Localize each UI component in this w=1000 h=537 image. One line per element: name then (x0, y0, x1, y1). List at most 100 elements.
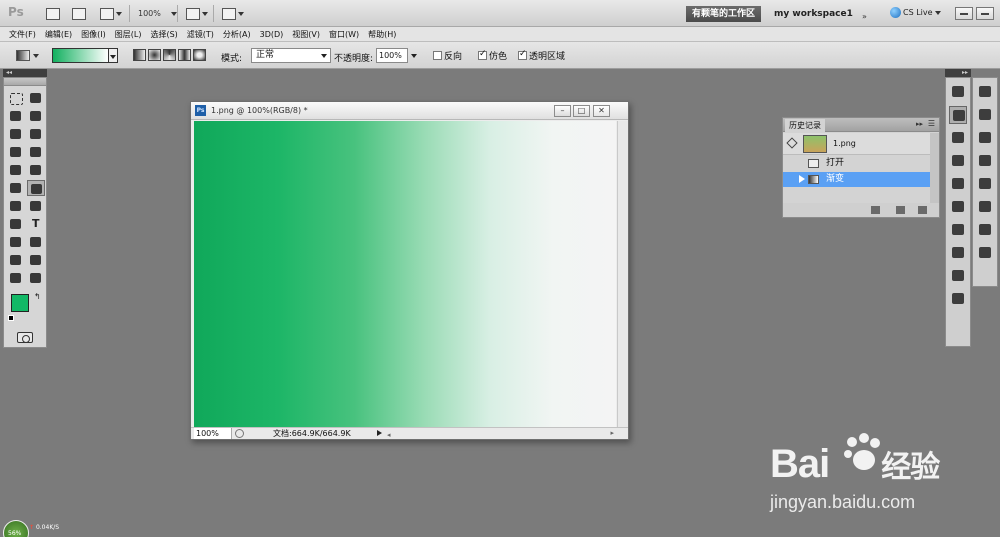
workspace-more-button[interactable]: » (862, 9, 867, 24)
panel-menu-icon[interactable]: ☰ (928, 119, 935, 128)
actions-icon[interactable] (949, 129, 967, 147)
history-panel-icon[interactable] (949, 106, 967, 124)
new-snapshot-icon[interactable] (896, 206, 905, 214)
menu-layer[interactable]: 图层(L) (115, 29, 142, 40)
brush-tool-icon[interactable] (27, 144, 45, 160)
gradient-tool-preset-icon[interactable] (16, 50, 30, 61)
pen-tool-icon[interactable] (7, 216, 25, 232)
gradient-tool-icon[interactable] (27, 180, 45, 196)
tools-panel-grip[interactable] (4, 78, 46, 86)
3d-icon[interactable] (949, 290, 967, 308)
workspace-button[interactable]: my workspace1 (774, 6, 853, 22)
status-info-icon[interactable] (235, 429, 244, 438)
reverse-checkbox[interactable]: 反向 (433, 49, 462, 62)
default-colors-icon[interactable] (8, 315, 14, 321)
navigator-icon[interactable] (949, 152, 967, 170)
hand-tool-icon[interactable] (7, 270, 25, 286)
eraser-tool-icon[interactable] (7, 180, 25, 196)
diamond-gradient-icon[interactable] (193, 49, 206, 61)
gradient-preview[interactable] (52, 48, 109, 63)
quick-selection-tool-icon[interactable] (27, 108, 45, 124)
dock-collapse-strip[interactable]: ▸▸ (945, 69, 971, 77)
foreground-color-swatch[interactable] (11, 294, 29, 312)
screen-mode-button[interactable] (222, 6, 244, 21)
opacity-slider-toggle[interactable] (411, 54, 417, 58)
history-brush-source-icon[interactable] (786, 137, 798, 149)
menu-select[interactable]: 选择(S) (150, 29, 177, 40)
lasso-tool-icon[interactable] (7, 108, 25, 124)
styles-icon[interactable] (976, 129, 994, 147)
clone-stamp-tool-icon[interactable] (7, 162, 25, 178)
marquee-tool-icon[interactable] (7, 90, 25, 106)
menu-edit[interactable]: 编辑(E) (45, 29, 72, 40)
adjustments-icon[interactable] (976, 152, 994, 170)
tools-panel-collapse-strip[interactable]: ◂◂ (3, 69, 47, 77)
history-snapshot[interactable]: 1.png (783, 133, 939, 155)
3d-rotate-tool-icon[interactable] (7, 252, 25, 268)
history-item-open[interactable]: 打开 (783, 156, 939, 171)
quick-mask-icon[interactable] (17, 332, 33, 343)
scroll-left-icon[interactable]: ◂ (387, 430, 391, 441)
minimize-button[interactable] (955, 7, 973, 20)
vertical-scrollbar[interactable] (617, 121, 628, 428)
3d-orbit-tool-icon[interactable] (27, 252, 45, 268)
eyedropper-tool-icon[interactable] (27, 126, 45, 142)
blur-tool-icon[interactable] (7, 198, 25, 214)
document-title-bar[interactable]: Ps 1.png @ 100%(RGB/8) * – □ ✕ (191, 102, 628, 120)
path-selection-tool-icon[interactable] (7, 234, 25, 250)
reflected-gradient-icon[interactable] (178, 49, 191, 61)
histogram-icon[interactable] (949, 83, 967, 101)
document-close-button[interactable]: ✕ (593, 105, 610, 117)
history-item-gradient[interactable]: 渐变 (783, 172, 939, 187)
healing-brush-tool-icon[interactable] (7, 144, 25, 160)
view-extras-button[interactable] (100, 6, 122, 21)
gradient-picker-dropdown[interactable] (109, 48, 118, 63)
masks-icon[interactable] (976, 175, 994, 193)
brush-presets-icon[interactable] (949, 244, 967, 262)
opacity-input[interactable]: 100% (376, 48, 408, 63)
menu-view[interactable]: 视图(V) (292, 29, 320, 40)
dodge-tool-icon[interactable] (27, 198, 45, 214)
angle-gradient-icon[interactable] (163, 49, 176, 61)
panel-collapse-icon[interactable]: ▸▸ (916, 120, 923, 128)
delete-state-icon[interactable] (918, 206, 927, 214)
arrange-documents-button[interactable] (186, 6, 208, 21)
swap-colors-icon[interactable]: ↰ (34, 292, 41, 301)
history-brush-tool-icon[interactable] (27, 162, 45, 178)
channels-icon[interactable] (976, 221, 994, 239)
linear-gradient-icon[interactable] (133, 49, 146, 61)
history-scrollbar[interactable] (930, 133, 939, 203)
new-document-from-state-icon[interactable] (871, 206, 880, 214)
crop-tool-icon[interactable] (7, 126, 25, 142)
menu-image[interactable]: 图像(I) (81, 29, 106, 40)
menu-filter[interactable]: 滤镜(T) (187, 29, 214, 40)
brushes-icon[interactable] (949, 267, 967, 285)
layers-icon[interactable] (976, 198, 994, 216)
menu-file[interactable]: 文件(F) (9, 29, 36, 40)
document-maximize-button[interactable]: □ (573, 105, 590, 117)
menu-3d[interactable]: 3D(D) (260, 30, 284, 39)
info-icon[interactable] (949, 175, 967, 193)
type-tool-icon[interactable] (27, 216, 45, 232)
document-minimize-button[interactable]: – (554, 105, 571, 117)
blend-mode-select[interactable]: 正常 (251, 48, 331, 63)
zoom-tool-icon[interactable] (27, 270, 45, 286)
scroll-right-icon[interactable]: ▸ (610, 428, 614, 439)
shape-tool-icon[interactable] (27, 234, 45, 250)
swatches-icon[interactable] (976, 106, 994, 124)
document-zoom-field[interactable]: 100% (194, 428, 232, 439)
tool-presets-icon[interactable] (949, 198, 967, 216)
mini-bridge-button[interactable] (72, 6, 86, 21)
restore-button[interactable] (976, 7, 994, 20)
dither-checkbox[interactable]: 仿色 (478, 49, 507, 62)
workspace-active-button[interactable]: 有颗笔的工作区 (686, 6, 762, 22)
image-canvas[interactable] (194, 121, 616, 428)
menu-help[interactable]: 帮助(H) (368, 29, 396, 40)
color-icon[interactable] (976, 83, 994, 101)
zoom-level-dropdown[interactable]: 100% (138, 6, 177, 21)
clone-source-icon[interactable] (949, 221, 967, 239)
menu-window[interactable]: 窗口(W) (329, 29, 359, 40)
history-tab[interactable]: 历史记录 (785, 119, 825, 132)
move-tool-icon[interactable] (27, 90, 45, 106)
menu-analysis[interactable]: 分析(A) (223, 29, 251, 40)
